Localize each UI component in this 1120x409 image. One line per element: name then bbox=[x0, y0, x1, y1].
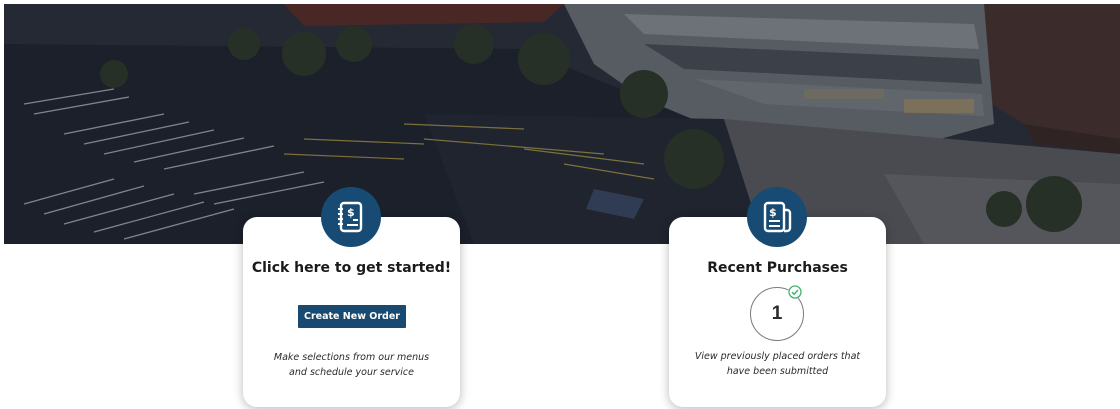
card-title: Recent Purchases bbox=[707, 260, 848, 276]
description-line: Make selections from our menus bbox=[273, 352, 430, 363]
card-description: View previously placed orders that have … bbox=[679, 349, 876, 379]
description-line: View previously placed orders that bbox=[694, 351, 861, 362]
page: Click here to get started! Create New Or… bbox=[0, 0, 1120, 409]
receipt-document-icon: $ bbox=[747, 187, 807, 247]
svg-text:$: $ bbox=[769, 206, 777, 219]
create-new-order-button[interactable]: Create New Order bbox=[298, 305, 406, 328]
hero-image bbox=[4, 4, 1120, 244]
description-line: and schedule your service bbox=[289, 367, 414, 378]
card-title: Click here to get started! bbox=[251, 260, 452, 276]
card-description: Make selections from our menus and sched… bbox=[253, 350, 450, 380]
description-line: have been submitted bbox=[726, 366, 829, 377]
receipt-dollar-icon: $ bbox=[321, 187, 381, 247]
hero-illustration bbox=[4, 4, 1120, 244]
svg-text:$: $ bbox=[347, 206, 355, 219]
check-circle-icon bbox=[788, 285, 802, 299]
